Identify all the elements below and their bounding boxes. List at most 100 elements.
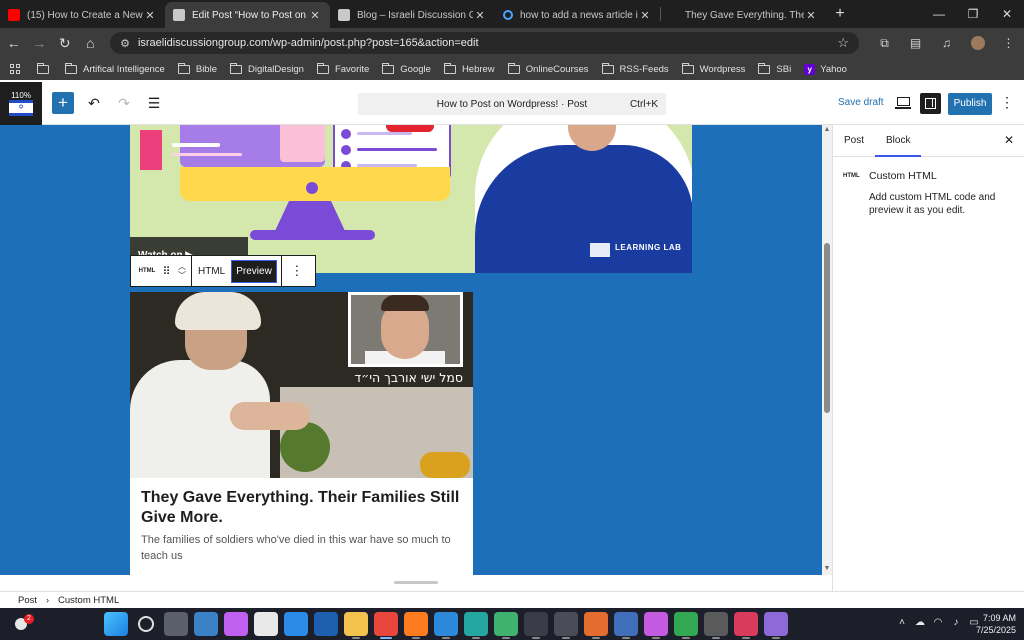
browser-tab-youtube[interactable]: (15) How to Create a New Post ✕ — [0, 2, 165, 28]
bookmark-folder[interactable]: Wordpress — [681, 62, 745, 75]
browser-tab-article[interactable]: They Gave Everything. Their Fa ✕ — [661, 2, 826, 28]
resize-handle[interactable] — [394, 581, 438, 584]
minimize-icon[interactable]: — — [922, 0, 956, 28]
move-up-down-icon[interactable]: ︿ ﹀ — [173, 262, 191, 280]
block-switcher[interactable]: HTML ⠿ ︿ ﹀ — [131, 256, 192, 286]
editor-canvas[interactable]: LEARNING LAB Watch on ▶ HTML ⠿ ︿﹀ HTML P… — [0, 125, 822, 575]
site-info-icon[interactable]: ⚙ — [120, 37, 130, 50]
html-block-icon: HTML — [843, 173, 860, 179]
video-embed-thumbnail[interactable]: LEARNING LAB Watch on ▶ — [130, 125, 692, 273]
task-view-icon[interactable] — [164, 612, 188, 636]
bookmark-folder[interactable]: Google — [382, 62, 431, 75]
publish-button[interactable]: Publish — [948, 93, 992, 115]
tab-post[interactable]: Post — [833, 125, 875, 157]
chevron-up-icon[interactable]: ˄ — [893, 617, 911, 628]
app-icon[interactable] — [554, 612, 578, 639]
reading-mode-icon[interactable]: ▤ — [900, 36, 931, 51]
cloud-icon[interactable]: ☁ — [911, 617, 929, 628]
weather-widget[interactable]: 2 — [12, 614, 34, 634]
preview-tab[interactable]: Preview — [231, 259, 277, 283]
app-icon[interactable] — [494, 612, 518, 639]
block-options-icon[interactable]: ⋮ — [282, 263, 312, 279]
scroll-down-icon[interactable]: ▼ — [823, 565, 831, 572]
chrome-icon[interactable] — [374, 612, 398, 639]
start-icon[interactable] — [104, 612, 128, 636]
close-icon[interactable]: ✕ — [804, 9, 818, 22]
back-icon[interactable]: ← — [2, 31, 26, 55]
close-icon[interactable]: ✕ — [1004, 133, 1014, 147]
drag-handle-icon[interactable]: ⠿ — [159, 265, 173, 278]
article-card[interactable]: סמל ישי אורבך הי״ד They Gave Everything.… — [130, 292, 473, 575]
preview-desktop-icon[interactable] — [895, 95, 911, 111]
home-icon[interactable]: ⌂ — [79, 31, 103, 55]
app-icon[interactable] — [734, 612, 758, 639]
close-icon[interactable]: ✕ — [308, 9, 322, 22]
options-menu-icon[interactable]: ⋮ — [1000, 94, 1014, 111]
close-icon[interactable]: ✕ — [473, 9, 487, 22]
copilot-icon[interactable] — [224, 612, 248, 636]
scroll-up-icon[interactable]: ▲ — [823, 126, 831, 133]
canvas-scrollbar-thumb[interactable] — [824, 243, 830, 413]
reload-icon[interactable]: ↻ — [53, 31, 77, 55]
bookmark-folder[interactable]: Favorite — [316, 62, 369, 75]
app-icon[interactable] — [584, 612, 608, 639]
browser-tab-edit-post[interactable]: Edit Post “How to Post on Wor ✕ — [165, 2, 330, 28]
avatar[interactable] — [962, 36, 993, 51]
block-inserter-button[interactable]: + — [52, 92, 74, 114]
app-icon[interactable] — [614, 612, 638, 639]
tab-block[interactable]: Block — [875, 125, 922, 157]
yahoo-icon: y — [804, 63, 816, 75]
extensions-icon[interactable]: ⧉ — [869, 36, 900, 51]
browser-tab-blog[interactable]: Blog – Israeli Discussion Group ✕ — [330, 2, 495, 28]
media-icon[interactable]: ♫ — [931, 36, 962, 51]
app-icon[interactable] — [314, 612, 338, 636]
settings-sidebar-toggle-icon[interactable] — [920, 93, 941, 114]
restore-icon[interactable]: ❐ — [956, 0, 990, 28]
breadcrumb-custom-html[interactable]: Custom HTML — [58, 595, 119, 606]
app-icon[interactable] — [644, 612, 668, 639]
app-icon[interactable] — [764, 612, 788, 639]
bookmark-star-icon[interactable]: ☆ — [837, 35, 849, 51]
forward-icon[interactable]: → — [28, 31, 52, 55]
save-draft-button[interactable]: Save draft — [838, 97, 884, 108]
bookmark-yahoo[interactable]: y Yahoo — [804, 63, 847, 75]
app-icon[interactable] — [704, 612, 728, 639]
address-bar[interactable]: ⚙ israelidiscussiongroup.com/wp-admin/po… — [110, 32, 859, 54]
site-icon[interactable]: 110% ✡ — [0, 81, 42, 125]
app-icon[interactable] — [524, 612, 548, 639]
clock[interactable]: 7:09 AM 7/25/2025 — [972, 612, 1016, 636]
bookmark-folder[interactable]: Hebrew — [443, 62, 495, 75]
firefox-icon[interactable] — [404, 612, 428, 639]
edge-icon[interactable] — [464, 612, 488, 639]
document-overview-icon[interactable]: ☰ — [144, 95, 164, 112]
bookmark-folder[interactable]: Artifical Intelligence — [65, 62, 165, 75]
close-window-icon[interactable]: ✕ — [990, 0, 1024, 28]
apps-grid-icon[interactable] — [10, 63, 21, 75]
document-title-bar[interactable]: How to Post on Wordpress! · Post Ctrl+K — [358, 93, 666, 115]
folder-icon[interactable] — [37, 62, 49, 74]
bookmark-folder[interactable]: SBi — [758, 62, 791, 75]
bookmark-folder[interactable]: DigitalDesign — [229, 62, 304, 75]
undo-icon[interactable]: ↶ — [84, 95, 104, 112]
bookmark-folder[interactable]: Bible — [177, 62, 217, 75]
store-icon[interactable] — [254, 612, 278, 636]
close-icon[interactable]: ✕ — [638, 9, 652, 22]
app-icon[interactable] — [284, 612, 308, 636]
widgets-app-icon[interactable] — [194, 612, 218, 636]
breadcrumb-post[interactable]: Post — [18, 595, 37, 606]
browser-menu-icon[interactable]: ⋮ — [993, 36, 1024, 51]
wifi-icon[interactable]: ◠ — [929, 617, 947, 628]
search-icon[interactable] — [138, 616, 154, 632]
redo-icon[interactable]: ↷ — [114, 95, 134, 112]
close-icon[interactable]: ✕ — [143, 9, 157, 22]
html-tab[interactable]: HTML — [192, 266, 231, 277]
vscode-icon[interactable] — [434, 612, 458, 639]
bookmark-folder[interactable]: RSS-Feeds — [601, 62, 669, 75]
volume-icon[interactable]: ♪ — [947, 617, 965, 628]
file-explorer-icon[interactable] — [344, 612, 368, 639]
browser-tab-search[interactable]: how to add a news article in a | ✕ — [495, 2, 660, 28]
new-tab-button[interactable]: + — [826, 2, 854, 28]
illustration-shape — [306, 182, 318, 194]
app-icon[interactable] — [674, 612, 698, 639]
bookmark-folder[interactable]: OnlineCourses — [507, 62, 589, 75]
